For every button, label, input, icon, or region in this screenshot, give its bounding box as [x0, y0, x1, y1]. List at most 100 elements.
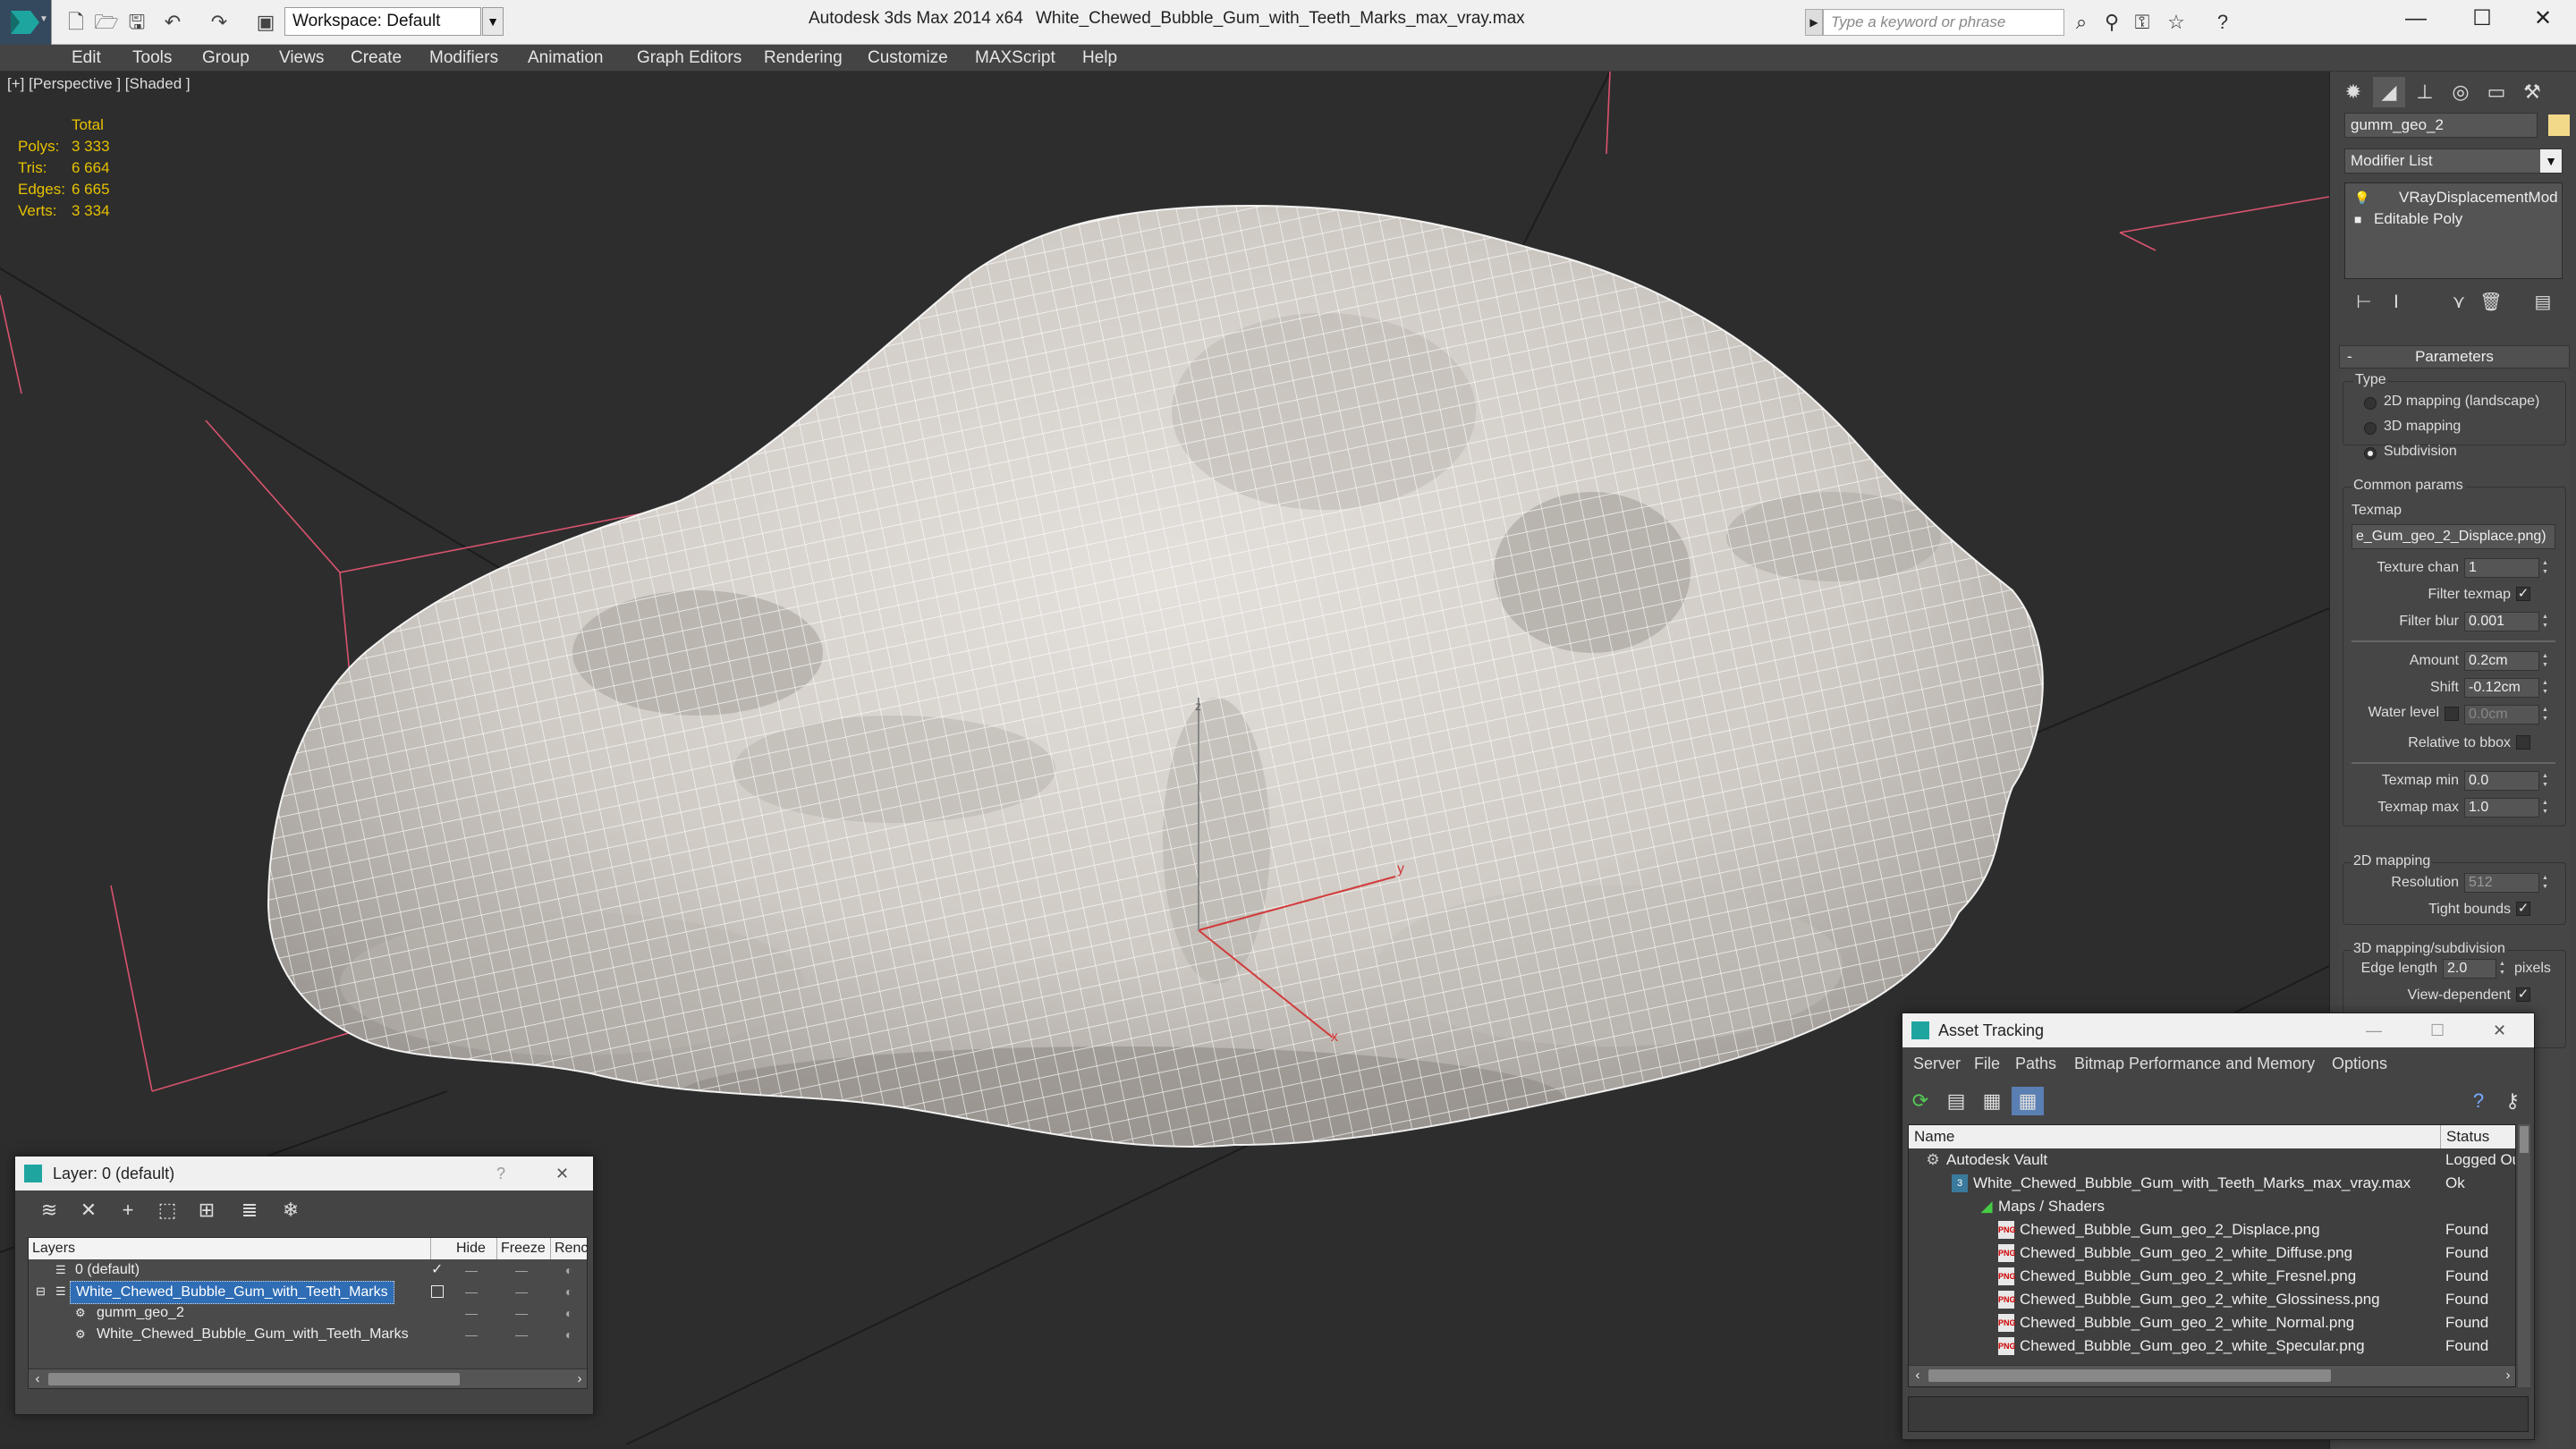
asset-row[interactable]: PNG Chewed_Bubble_Gum_geo_2_Displace.png…: [1909, 1218, 2515, 1241]
asset-row[interactable]: PNG Chewed_Bubble_Gum_geo_2_white_Specul…: [1909, 1335, 2515, 1358]
delete-layer-icon[interactable]: ✕: [72, 1196, 105, 1224]
hide-toggle[interactable]: —: [465, 1302, 478, 1324]
hide-toggle[interactable]: —: [465, 1259, 478, 1281]
column-layers[interactable]: Layers: [29, 1238, 431, 1259]
project-icon[interactable]: ▣: [252, 9, 279, 36]
communication-center-icon[interactable]: ⚲: [2098, 9, 2125, 36]
app-menu-button[interactable]: ▼: [0, 0, 52, 45]
tree-view-icon[interactable]: ▦: [1976, 1087, 2008, 1115]
tight-bounds-checkbox[interactable]: ✓: [2516, 902, 2530, 916]
asset-row[interactable]: ⚙ Autodesk Vault Logged Ou: [1909, 1148, 2515, 1172]
render-toggle-icon[interactable]: ◐: [565, 1302, 572, 1324]
asset-window-titlebar[interactable]: Asset Tracking — ☐ ✕: [1902, 1013, 2534, 1047]
stack-item-editable-poly[interactable]: ■ Editable Poly: [2345, 208, 2562, 230]
layer-row[interactable]: ⚙ White_Chewed_Bubble_Gum_with_Teeth_Mar…: [29, 1324, 587, 1345]
close-icon[interactable]: ✕: [2493, 1013, 2506, 1047]
layer-row[interactable]: ⊟ ☰ White_Chewed_Bubble_Gum_with_Teeth_M…: [29, 1281, 587, 1304]
open-icon[interactable]: 🗁: [93, 9, 120, 36]
freeze-toggle[interactable]: —: [515, 1324, 528, 1345]
pin-stack-icon[interactable]: ⊢: [2350, 288, 2378, 317]
menu-customize[interactable]: Customize: [868, 48, 948, 68]
hide-toggle[interactable]: —: [465, 1281, 478, 1302]
highlight-layer-icon[interactable]: ⊞: [191, 1196, 223, 1224]
relative-bbox-checkbox[interactable]: [2516, 735, 2530, 750]
hide-all-icon[interactable]: ≣: [233, 1196, 266, 1224]
asset-row[interactable]: PNG Chewed_Bubble_Gum_geo_2_white_Normal…: [1909, 1311, 2515, 1335]
freeze-toggle[interactable]: —: [515, 1259, 528, 1281]
menu-file[interactable]: File: [1974, 1055, 2000, 1073]
texmap-min-spinner[interactable]: 0.0: [2464, 771, 2551, 791]
modify-icon[interactable]: ◢: [2373, 77, 2405, 107]
minimize-icon[interactable]: —: [2366, 1013, 2382, 1047]
filter-texmap-checkbox[interactable]: ✓: [2516, 587, 2530, 601]
menu-group[interactable]: Group: [202, 48, 250, 68]
view-dependent-checkbox[interactable]: ✓: [2516, 987, 2530, 1002]
menu-create[interactable]: Create: [351, 48, 402, 68]
motion-icon[interactable]: ◎: [2445, 77, 2477, 107]
minimize-icon[interactable]: —: [2385, 0, 2447, 38]
layer-window-titlebar[interactable]: Layer: 0 (default) ? ✕: [15, 1157, 593, 1191]
search-input[interactable]: Type a keyword or phrase: [1823, 9, 2064, 36]
subscription-icon[interactable]: ⚿: [2129, 9, 2156, 36]
binoculars-icon[interactable]: ⌕: [2068, 9, 2095, 36]
radio-2d-mapping[interactable]: [2364, 397, 2377, 410]
chevron-down-icon[interactable]: ▼: [482, 7, 504, 36]
edge-length-spinner[interactable]: 2.0: [2443, 959, 2508, 979]
close-icon[interactable]: ✕: [2512, 0, 2574, 38]
menu-graph-editors[interactable]: Graph Editors: [637, 48, 741, 68]
freeze-toggle[interactable]: —: [515, 1281, 528, 1302]
menu-edit[interactable]: Edit: [72, 48, 101, 68]
chevron-down-icon[interactable]: ▼: [2540, 149, 2562, 173]
help-icon[interactable]: ?: [2462, 1087, 2495, 1115]
show-end-result-icon[interactable]: Ⅰ: [2382, 288, 2411, 317]
expand-icon[interactable]: ⊟: [36, 1281, 46, 1302]
menu-animation[interactable]: Animation: [528, 48, 604, 68]
asset-row[interactable]: PNG Chewed_Bubble_Gum_geo_2_white_Glossi…: [1909, 1288, 2515, 1311]
render-toggle-icon[interactable]: ◐: [565, 1324, 572, 1345]
menu-options[interactable]: Options: [2332, 1055, 2387, 1073]
create-icon[interactable]: ✹: [2337, 77, 2369, 107]
make-unique-icon[interactable]: ⋎: [2445, 288, 2473, 317]
menu-rendering[interactable]: Rendering: [764, 48, 843, 68]
search-expand-icon[interactable]: ▶: [1805, 9, 1823, 36]
help-icon[interactable]: ?: [2209, 9, 2236, 36]
texmap-max-spinner[interactable]: 1.0: [2464, 798, 2551, 818]
water-level-checkbox[interactable]: [2445, 707, 2459, 721]
menu-tools[interactable]: Tools: [132, 48, 172, 68]
column-status[interactable]: Status: [2440, 1125, 2489, 1148]
maximize-icon[interactable]: ☐: [2430, 1013, 2445, 1047]
vertical-scrollbar[interactable]: [2518, 1124, 2530, 1387]
menu-bitmap-performance[interactable]: Bitmap Performance and Memory: [2074, 1055, 2315, 1073]
menu-views[interactable]: Views: [279, 48, 324, 68]
undo-icon[interactable]: ↶: [159, 9, 186, 36]
amount-spinner[interactable]: 0.2cm: [2464, 651, 2551, 671]
hierarchy-icon[interactable]: ⊥: [2409, 77, 2441, 107]
select-in-layer-icon[interactable]: ⬚: [151, 1196, 183, 1224]
render-toggle-icon[interactable]: ◐: [565, 1281, 572, 1302]
maximize-icon[interactable]: ☐: [2451, 0, 2513, 38]
hide-toggle[interactable]: —: [465, 1324, 478, 1345]
workspace-dropdown[interactable]: Workspace: Default ▼: [284, 7, 504, 36]
shift-spinner[interactable]: -0.12cm: [2464, 678, 2551, 698]
favorites-icon[interactable]: ☆: [2163, 9, 2190, 36]
object-color-swatch[interactable]: [2548, 114, 2570, 136]
asset-row[interactable]: 3 White_Chewed_Bubble_Gum_with_Teeth_Mar…: [1909, 1172, 2515, 1195]
help-icon[interactable]: ?: [496, 1157, 505, 1191]
configure-sets-icon[interactable]: ▤: [2529, 288, 2557, 317]
asset-row[interactable]: ◢ Maps / Shaders: [1909, 1195, 2515, 1218]
layer-row[interactable]: ⚙ gumm_geo_2 — — ◐: [29, 1302, 587, 1324]
list-view-icon[interactable]: ▤: [1940, 1087, 1972, 1115]
texture-chan-spinner[interactable]: 1: [2464, 558, 2551, 578]
column-render[interactable]: Renc: [551, 1238, 587, 1259]
filter-blur-spinner[interactable]: 0.001: [2464, 612, 2551, 631]
menu-modifiers[interactable]: Modifiers: [429, 48, 498, 68]
menu-server[interactable]: Server: [1913, 1055, 1961, 1073]
save-icon[interactable]: 🖫: [123, 9, 150, 36]
menu-help[interactable]: Help: [1082, 48, 1117, 68]
horizontal-scrollbar[interactable]: ‹ ›: [29, 1368, 587, 1388]
parameters-rollout-header[interactable]: - Parameters: [2339, 345, 2570, 369]
menu-maxscript[interactable]: MAXScript: [975, 48, 1055, 68]
column-freeze[interactable]: Freeze: [497, 1238, 551, 1259]
column-name[interactable]: Name: [1914, 1125, 1954, 1148]
layer-row[interactable]: ☰ 0 (default) ✓ — — ◐: [29, 1259, 587, 1281]
